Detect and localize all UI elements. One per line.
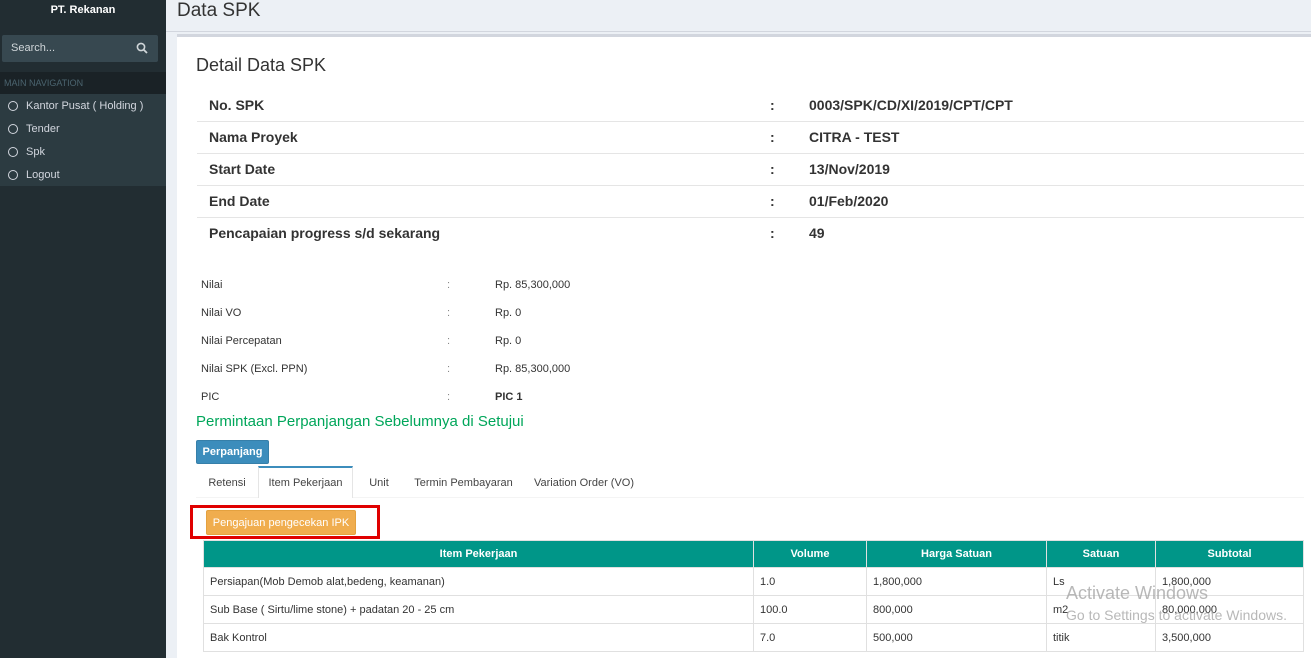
activation-watermark: Activate Windows Go to Settings to activ…	[1066, 583, 1287, 623]
value-colon: :	[447, 391, 451, 403]
detail-table: No. SPK : 0003/SPK/CD/XI/2019/CPT/CPT Na…	[197, 89, 1304, 249]
detail-row: No. SPK : 0003/SPK/CD/XI/2019/CPT/CPT	[197, 89, 1304, 121]
tab-variation-order[interactable]: Variation Order (VO)	[528, 466, 640, 498]
search-placeholder: Search...	[11, 42, 56, 54]
cell-item: Bak Kontrol	[203, 623, 754, 652]
value-amount: Rp. 0	[495, 307, 522, 319]
watermark-title: Activate Windows	[1066, 583, 1209, 603]
detail-colon: :	[763, 184, 809, 217]
cell-subtotal: 3,500,000	[1155, 623, 1304, 652]
detail-label: Nama Proyek	[197, 120, 763, 153]
value-colon: :	[447, 363, 451, 375]
cell-price: 800,000	[866, 595, 1047, 624]
sidebar-item-label: Tender	[26, 122, 60, 135]
value-row: Nilai VO : Rp. 0	[201, 299, 695, 327]
cell-item: Persiapan(Mob Demob alat,bedeng, keamana…	[203, 567, 754, 596]
value-table: Nilai : Rp. 85,300,000 Nilai VO : Rp. 0 …	[201, 271, 695, 411]
search-input[interactable]: Search...	[2, 35, 158, 62]
detail-label: Pencapaian progress s/d sekarang	[197, 216, 763, 249]
table-header-row: Item Pekerjaan Volume Harga Satuan Satua…	[203, 540, 1304, 568]
nav-list: Kantor Pusat ( Holding ) Tender Spk Logo…	[0, 94, 166, 186]
value-colon: :	[447, 335, 451, 347]
value-amount: Rp. 85,300,000	[495, 279, 571, 291]
column-header[interactable]: Subtotal	[1155, 540, 1304, 568]
value-amount: PIC 1	[495, 391, 523, 403]
value-label: Nilai SPK (Excl. PPN)	[201, 363, 308, 375]
detail-colon: :	[763, 216, 809, 249]
detail-value: 13/Nov/2019	[809, 152, 1304, 185]
value-amount: Rp. 85,300,000	[495, 363, 571, 375]
sidebar-item-label: Kantor Pusat ( Holding )	[26, 99, 144, 112]
tab-item-pekerjaan[interactable]: Item Pekerjaan	[258, 466, 353, 498]
circle-icon	[8, 123, 18, 134]
cell-item: Sub Base ( Sirtu/lime stone) + padatan 2…	[203, 595, 754, 624]
cell-volume: 1.0	[753, 567, 867, 596]
cell-volume: 100.0	[753, 595, 867, 624]
ipk-request-button[interactable]: Pengajuan pengecekan IPK	[206, 510, 356, 535]
sidebar-item-tender[interactable]: Tender	[0, 117, 166, 140]
circle-icon	[8, 169, 18, 180]
tab-bar: Retensi Item Pekerjaan Unit Termin Pemba…	[196, 466, 1304, 498]
detail-value: 01/Feb/2020	[809, 184, 1304, 217]
column-header[interactable]: Satuan	[1046, 540, 1156, 568]
value-row: PIC : PIC 1	[201, 383, 695, 411]
sidebar-item-spk[interactable]: Spk	[0, 140, 166, 163]
sidebar-item-label: Logout	[26, 168, 60, 181]
value-amount: Rp. 0	[495, 335, 522, 347]
value-label: Nilai	[201, 279, 223, 291]
value-label: PIC	[201, 391, 220, 403]
detail-label: End Date	[197, 184, 763, 217]
detail-row: Start Date : 13/Nov/2019	[197, 152, 1304, 185]
value-row: Nilai SPK (Excl. PPN) : Rp. 85,300,000	[201, 355, 695, 383]
detail-row: Pencapaian progress s/d sekarang : 49	[197, 216, 1304, 249]
column-header[interactable]: Volume	[753, 540, 867, 568]
detail-value: 0003/SPK/CD/XI/2019/CPT/CPT	[809, 96, 1013, 113]
cell-price: 1,800,000	[866, 567, 1047, 596]
value-label: Nilai VO	[201, 307, 242, 319]
watermark-subtitle: Go to Settings to activate Windows.	[1066, 607, 1287, 623]
value-colon: :	[447, 279, 451, 291]
cell-price: 500,000	[866, 623, 1047, 652]
search-icon[interactable]	[136, 42, 148, 54]
table-row: Bak Kontrol 7.0 500,000 titik 3,500,000	[203, 623, 1304, 652]
tab-termin-pembayaran[interactable]: Termin Pembayaran	[406, 466, 521, 498]
column-header[interactable]: Harga Satuan	[866, 540, 1047, 568]
value-row: Nilai : Rp. 85,300,000	[201, 271, 695, 299]
detail-colon: :	[763, 152, 809, 185]
page-title: Data SPK	[177, 0, 261, 21]
circle-icon	[8, 146, 18, 157]
sidebar-item-logout[interactable]: Logout	[0, 163, 166, 186]
detail-colon: :	[763, 120, 809, 153]
content-header: Data SPK	[166, 0, 1311, 32]
detail-label: No. SPK	[209, 96, 265, 113]
detail-value: CITRA - TEST	[809, 120, 1304, 153]
value-colon: :	[447, 307, 451, 319]
detail-colon: :	[770, 96, 775, 113]
sidebar-item-kantor-pusat[interactable]: Kantor Pusat ( Holding )	[0, 94, 166, 117]
nav-header: MAIN NAVIGATION	[0, 72, 166, 94]
detail-row: Nama Proyek : CITRA - TEST	[197, 120, 1304, 153]
column-header[interactable]: Item Pekerjaan	[203, 540, 754, 568]
perpanjang-button[interactable]: Perpanjang	[196, 440, 269, 464]
sidebar: PT. Rekanan Search... MAIN NAVIGATION Ka…	[0, 0, 166, 658]
sidebar-item-label: Spk	[26, 145, 45, 158]
approval-note: Permintaan Perpanjangan Sebelumnya di Se…	[196, 413, 524, 430]
cell-volume: 7.0	[753, 623, 867, 652]
tab-unit[interactable]: Unit	[356, 466, 402, 498]
detail-label: Start Date	[197, 152, 763, 185]
brand-name: PT. Rekanan	[50, 4, 116, 16]
value-row: Nilai Percepatan : Rp. 0	[201, 327, 695, 355]
detail-row: End Date : 01/Feb/2020	[197, 184, 1304, 217]
value-label: Nilai Percepatan	[201, 335, 282, 347]
tab-retensi[interactable]: Retensi	[196, 466, 258, 498]
detail-title: Detail Data SPK	[196, 55, 327, 75]
circle-icon	[8, 100, 18, 111]
detail-value: 49	[809, 216, 1304, 249]
cell-unit: titik	[1046, 623, 1156, 652]
